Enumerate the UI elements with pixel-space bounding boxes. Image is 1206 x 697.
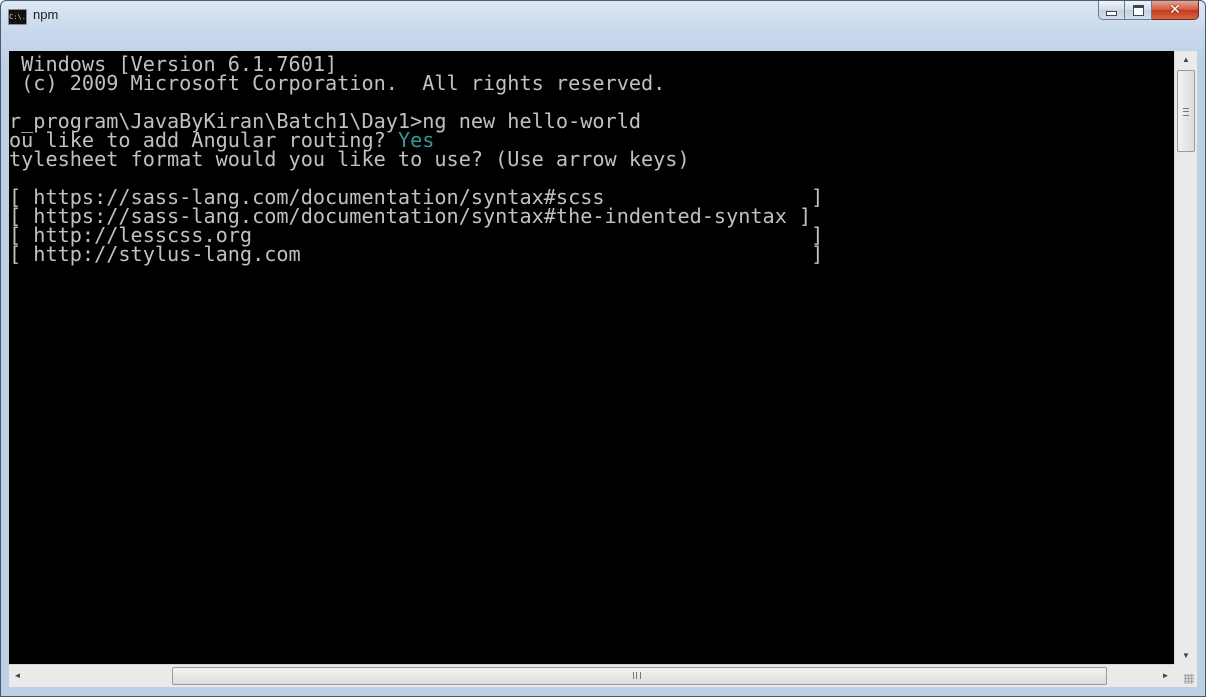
- resize-grip-icon[interactable]: [1184, 674, 1194, 684]
- minimize-icon: [1106, 10, 1117, 16]
- maximize-button[interactable]: [1125, 1, 1152, 20]
- scroll-left-arrow-icon[interactable]: ◄: [9, 665, 26, 687]
- console-text: Windows [Version 6.1.7601] (c) 2009 Micr…: [9, 54, 823, 264]
- cmd-console-icon[interactable]: C:\.: [8, 9, 27, 25]
- horizontal-scrollbar[interactable]: ◄ ►: [9, 664, 1174, 687]
- close-icon: ✕: [1169, 2, 1181, 18]
- stylesheet-option-stylus[interactable]: [ http://stylus-lang.com ]: [9, 244, 823, 264]
- caption-buttons: ✕: [1098, 1, 1199, 21]
- vertical-scrollbar[interactable]: ▲ ▼: [1174, 51, 1197, 664]
- maximize-icon: [1132, 4, 1144, 16]
- console-line: tylesheet format would you like to use? …: [9, 147, 690, 171]
- scroll-down-arrow-icon[interactable]: ▼: [1175, 647, 1197, 664]
- title-bar[interactable]: C:\. npm ✕: [1, 1, 1205, 51]
- horizontal-scroll-thumb[interactable]: [172, 667, 1107, 685]
- scroll-up-arrow-icon[interactable]: ▲: [1175, 51, 1197, 68]
- scrollbar-corner: [1174, 664, 1197, 687]
- grip-icon: [633, 672, 641, 679]
- window-title: npm: [33, 7, 59, 22]
- scroll-right-arrow-icon[interactable]: ►: [1157, 665, 1174, 687]
- console-line: (c) 2009 Microsoft Corporation. All righ…: [9, 71, 666, 95]
- grip-icon: [1183, 108, 1189, 116]
- vertical-scroll-thumb[interactable]: [1177, 70, 1195, 152]
- console-window: C:\. npm ✕ Windows [Version 6.1.7601] (c…: [0, 0, 1206, 697]
- console-output[interactable]: Windows [Version 6.1.7601] (c) 2009 Micr…: [9, 51, 1174, 664]
- minimize-button[interactable]: [1098, 1, 1125, 20]
- close-button[interactable]: ✕: [1152, 1, 1199, 20]
